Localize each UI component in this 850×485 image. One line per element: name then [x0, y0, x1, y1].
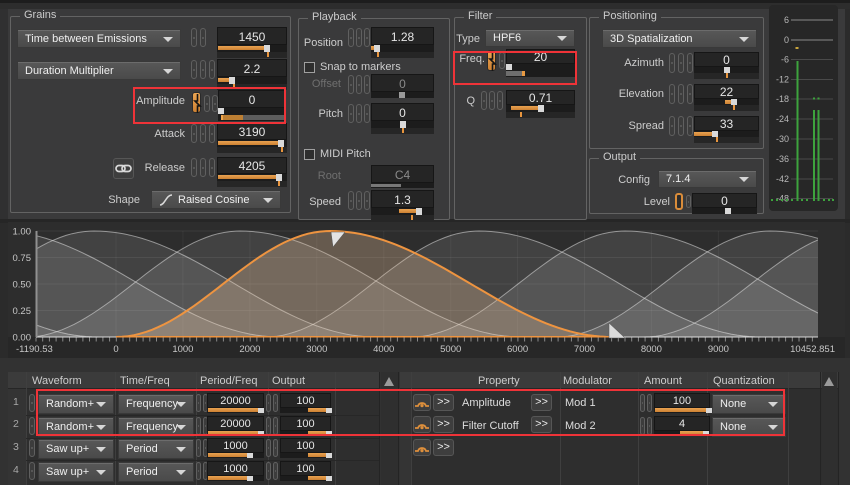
svg-text:1000: 1000 [172, 344, 193, 355]
svg-text:8000: 8000 [641, 344, 662, 355]
svg-text:-48: -48 [776, 194, 789, 204]
svg-text:-12: -12 [776, 75, 789, 85]
svg-text:5000: 5000 [440, 344, 461, 355]
svg-text:2000: 2000 [239, 344, 260, 355]
svg-text:10452.851: 10452.851 [790, 344, 835, 355]
svg-text:6000: 6000 [507, 344, 528, 355]
svg-text:-6: -6 [781, 55, 789, 65]
svg-text:-30: -30 [776, 134, 789, 144]
svg-text:4000: 4000 [373, 344, 394, 355]
svg-text:0.75: 0.75 [13, 253, 32, 264]
svg-text:6: 6 [784, 15, 789, 25]
svg-text:0: 0 [113, 344, 118, 355]
svg-text:0.00: 0.00 [13, 333, 32, 344]
svg-text:-1190.53: -1190.53 [16, 344, 53, 355]
svg-text:0.50: 0.50 [13, 280, 32, 291]
svg-text:0: 0 [784, 35, 789, 45]
svg-text:7000: 7000 [574, 344, 595, 355]
svg-text:-36: -36 [776, 154, 789, 164]
svg-text:0.25: 0.25 [13, 306, 32, 317]
svg-text:9000: 9000 [708, 344, 729, 355]
svg-text:-18: -18 [776, 94, 789, 104]
svg-text:1.00: 1.00 [13, 227, 32, 238]
svg-text:3000: 3000 [306, 344, 327, 355]
svg-text:-24: -24 [776, 114, 789, 124]
svg-text:-42: -42 [776, 174, 789, 184]
